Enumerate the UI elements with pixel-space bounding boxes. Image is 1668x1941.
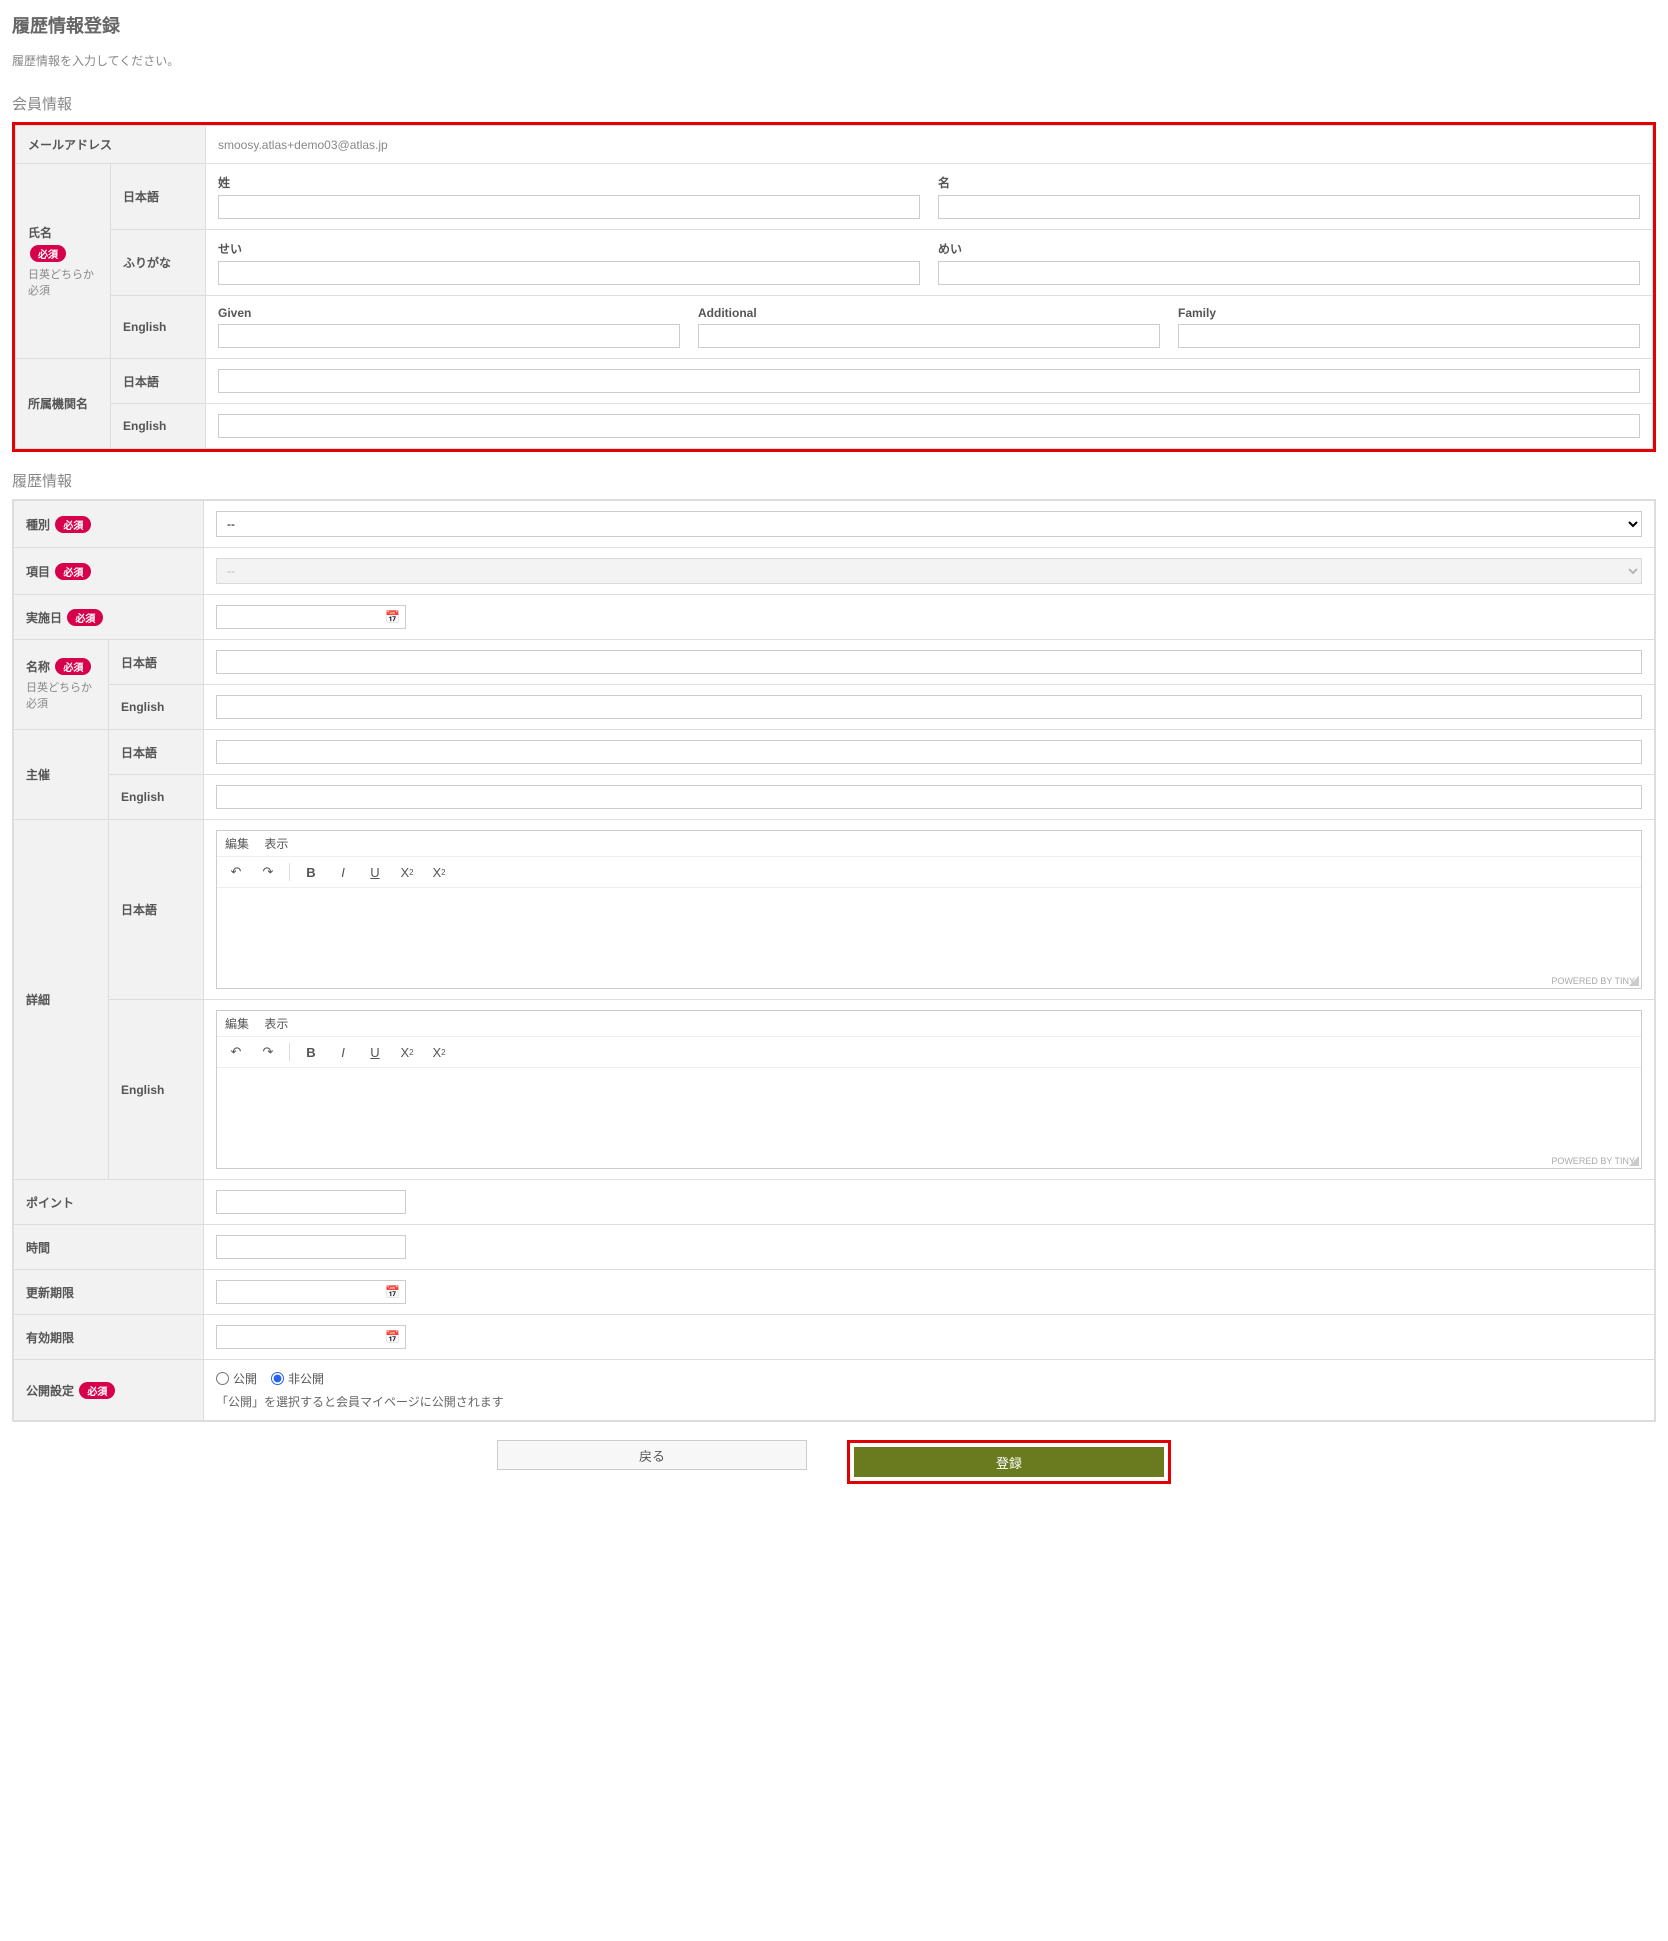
superscript-icon[interactable]: X2 [428, 861, 450, 883]
input-impl-date[interactable] [216, 605, 406, 629]
select-item: -- [216, 558, 1642, 584]
publish-note: 「公開」を選択すると会員マイページに公開されます [216, 1393, 1642, 1410]
required-badge: 必須 [30, 245, 66, 262]
input-points[interactable] [216, 1190, 406, 1214]
resize-handle-icon[interactable] [1629, 976, 1639, 986]
label-name-en: English [111, 296, 206, 359]
input-additional[interactable] [698, 324, 1160, 348]
label-points: ポイント [14, 1180, 204, 1225]
label-additional: Additional [698, 306, 1160, 320]
editor-menu-view[interactable]: 表示 [264, 837, 288, 851]
section-title-history: 履歴情報 [12, 470, 1656, 491]
label-details-jp: 日本語 [109, 820, 204, 1000]
subscript-icon[interactable]: X2 [396, 861, 418, 883]
editor-content-en[interactable] [217, 1068, 1641, 1154]
editor-powered: POWERED BY TINY [217, 974, 1641, 988]
label-valid-until: 有効期限 [14, 1315, 204, 1360]
editor-details-jp[interactable]: 編集 表示 ↶ ↷ B I U X2 X2 POWERED BY TINY [216, 830, 1642, 989]
label-organizer-jp: 日本語 [109, 730, 204, 775]
label-name-jp: 日本語 [111, 164, 206, 230]
redo-icon[interactable]: ↷ [257, 861, 279, 883]
resize-handle-icon[interactable] [1629, 1156, 1639, 1166]
back-button[interactable]: 戻る [497, 1440, 807, 1470]
editor-details-en[interactable]: 編集 表示 ↶ ↷ B I U X2 X2 POWERED BY TINY [216, 1010, 1642, 1169]
label-sei: 姓 [218, 174, 920, 191]
label-email: メールアドレス [16, 126, 206, 164]
input-organizer-jp[interactable] [216, 740, 1642, 764]
undo-icon[interactable]: ↶ [225, 861, 247, 883]
input-given[interactable] [218, 324, 680, 348]
value-email: smoosy.atlas+demo03@atlas.jp [206, 126, 1653, 164]
label-item: 項目 必須 [14, 548, 204, 595]
label-furigana: ふりがな [111, 230, 206, 296]
label-title-en: English [109, 685, 204, 730]
label-details-en: English [109, 1000, 204, 1180]
label-publish: 公開設定 必須 [14, 1360, 204, 1421]
italic-icon[interactable]: I [332, 1041, 354, 1063]
label-title-name: 名称 必須 日英どちらか必須 [14, 640, 109, 730]
submit-highlight: 登録 [847, 1440, 1171, 1484]
history-info-panel: 種別 必須 -- 項目 必須 -- 実施日 必須 [12, 499, 1656, 1422]
required-badge: 必須 [67, 609, 103, 626]
input-mei-kana[interactable] [938, 261, 1640, 285]
input-affiliation-jp[interactable] [218, 369, 1640, 393]
input-sei[interactable] [218, 195, 920, 219]
input-title-en[interactable] [216, 695, 1642, 719]
label-title-jp: 日本語 [109, 640, 204, 685]
input-title-jp[interactable] [216, 650, 1642, 674]
input-family[interactable] [1178, 324, 1640, 348]
required-badge: 必須 [55, 658, 91, 675]
underline-icon[interactable]: U [364, 861, 386, 883]
input-affiliation-en[interactable] [218, 414, 1640, 438]
required-badge: 必須 [55, 563, 91, 580]
redo-icon[interactable]: ↷ [257, 1041, 279, 1063]
superscript-icon[interactable]: X2 [428, 1041, 450, 1063]
label-name: 氏名 必須 日英どちらか必須 [16, 164, 111, 359]
page-description: 履歴情報を入力してください。 [12, 52, 1656, 69]
label-organizer: 主催 [14, 730, 109, 820]
bold-icon[interactable]: B [300, 1041, 322, 1063]
editor-content-jp[interactable] [217, 888, 1641, 974]
label-mei-kana: めい [938, 240, 1640, 257]
editor-powered: POWERED BY TINY [217, 1154, 1641, 1168]
label-sei-kana: せい [218, 240, 920, 257]
radio-publish-private[interactable]: 非公開 [271, 1370, 324, 1387]
underline-icon[interactable]: U [364, 1041, 386, 1063]
required-badge: 必須 [79, 1382, 115, 1399]
label-affiliation-jp: 日本語 [111, 359, 206, 404]
label-update-due: 更新期限 [14, 1270, 204, 1315]
input-update-due[interactable] [216, 1280, 406, 1304]
input-hours[interactable] [216, 1235, 406, 1259]
required-badge: 必須 [55, 516, 91, 533]
editor-menu-view[interactable]: 表示 [264, 1017, 288, 1031]
undo-icon[interactable]: ↶ [225, 1041, 247, 1063]
label-family: Family [1178, 306, 1640, 320]
input-organizer-en[interactable] [216, 785, 1642, 809]
radio-publish-public[interactable]: 公開 [216, 1370, 257, 1387]
editor-menu-edit[interactable]: 編集 [225, 837, 249, 851]
page-title: 履歴情報登録 [12, 12, 1656, 38]
member-info-panel: メールアドレス smoosy.atlas+demo03@atlas.jp 氏名 … [12, 122, 1656, 452]
editor-menu-edit[interactable]: 編集 [225, 1017, 249, 1031]
label-given: Given [218, 306, 680, 320]
input-mei[interactable] [938, 195, 1640, 219]
submit-button[interactable]: 登録 [854, 1447, 1164, 1477]
label-details: 詳細 [14, 820, 109, 1180]
label-hours: 時間 [14, 1225, 204, 1270]
input-valid-until[interactable] [216, 1325, 406, 1349]
section-title-member: 会員情報 [12, 93, 1656, 114]
bold-icon[interactable]: B [300, 861, 322, 883]
subscript-icon[interactable]: X2 [396, 1041, 418, 1063]
label-type: 種別 必須 [14, 501, 204, 548]
select-type[interactable]: -- [216, 511, 1642, 537]
label-affiliation-en: English [111, 404, 206, 449]
italic-icon[interactable]: I [332, 861, 354, 883]
label-mei: 名 [938, 174, 1640, 191]
label-organizer-en: English [109, 775, 204, 820]
label-affiliation: 所属機関名 [16, 359, 111, 449]
input-sei-kana[interactable] [218, 261, 920, 285]
label-impl-date: 実施日 必須 [14, 595, 204, 640]
